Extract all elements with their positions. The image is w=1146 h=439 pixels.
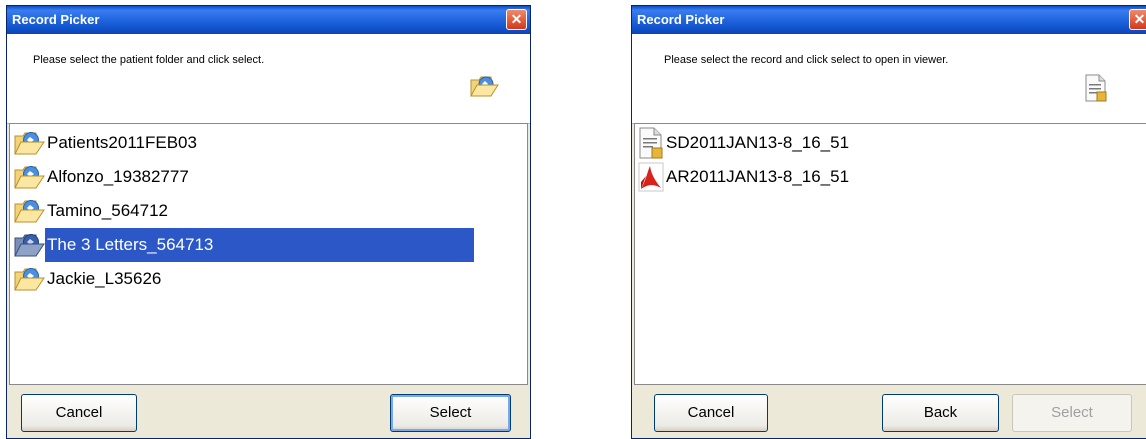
close-button[interactable]: ✕ [1129,9,1146,30]
list-item[interactable]: Alfonzo_19382777 [13,160,191,194]
title-bar[interactable]: Record Picker ✕ [632,6,1146,34]
button-bar: Cancel Select [7,385,530,438]
item-label: Tamino_564712 [47,201,168,220]
instruction-text: Please select the record and click selec… [664,54,949,66]
list-item[interactable]: SD2011JAN13-8_16_51 [638,126,851,160]
select-button[interactable]: Select [1012,394,1132,432]
document-icon [1085,74,1107,102]
pdf-icon [638,162,664,192]
dialog-header: Please select the patient folder and cli… [7,34,530,124]
select-button[interactable]: Select [390,394,511,432]
folder-icon [14,234,45,257]
record-list[interactable]: SD2011JAN13-8_16_51 AR2011JAN13-8_16_51 [634,123,1146,385]
cancel-button[interactable]: Cancel [21,394,137,432]
item-label: Jackie_L35626 [47,269,162,288]
dialog-header: Please select the record and click selec… [632,34,1146,124]
item-label: The 3 Letters_564713 [45,228,474,262]
folder-icon [14,200,45,223]
folder-list[interactable]: Patients2011FEB03 Alfonzo_19382777 Tamin… [9,123,528,385]
cancel-button[interactable]: Cancel [654,394,768,432]
window-title: Record Picker [637,12,725,27]
item-label: Patients2011FEB03 [47,133,197,152]
list-item-selected[interactable]: The 3 Letters_564713 [13,228,474,262]
button-bar: Cancel Back Select [632,385,1146,438]
open-folder-icon [469,72,499,100]
back-button[interactable]: Back [882,394,999,432]
list-item[interactable]: Tamino_564712 [13,194,170,228]
close-button[interactable]: ✕ [506,9,527,30]
folder-icon [14,166,45,189]
item-label: AR2011JAN13-8_16_51 [666,167,850,186]
window-title: Record Picker [12,12,100,27]
record-picker-dialog: Record Picker ✕ Please select the record… [631,5,1146,439]
title-bar[interactable]: Record Picker ✕ [7,6,530,34]
item-label: SD2011JAN13-8_16_51 [666,133,850,152]
list-item[interactable]: Patients2011FEB03 [13,126,199,160]
list-item[interactable]: Jackie_L35626 [13,262,163,296]
instruction-text: Please select the patient folder and cli… [33,54,265,66]
item-label: Alfonzo_19382777 [47,167,189,186]
folder-icon [14,132,45,155]
document-icon [639,127,663,159]
list-item[interactable]: AR2011JAN13-8_16_51 [638,160,851,194]
folder-icon [14,268,45,291]
folder-picker-dialog: Record Picker ✕ Please select the patien… [6,5,531,439]
